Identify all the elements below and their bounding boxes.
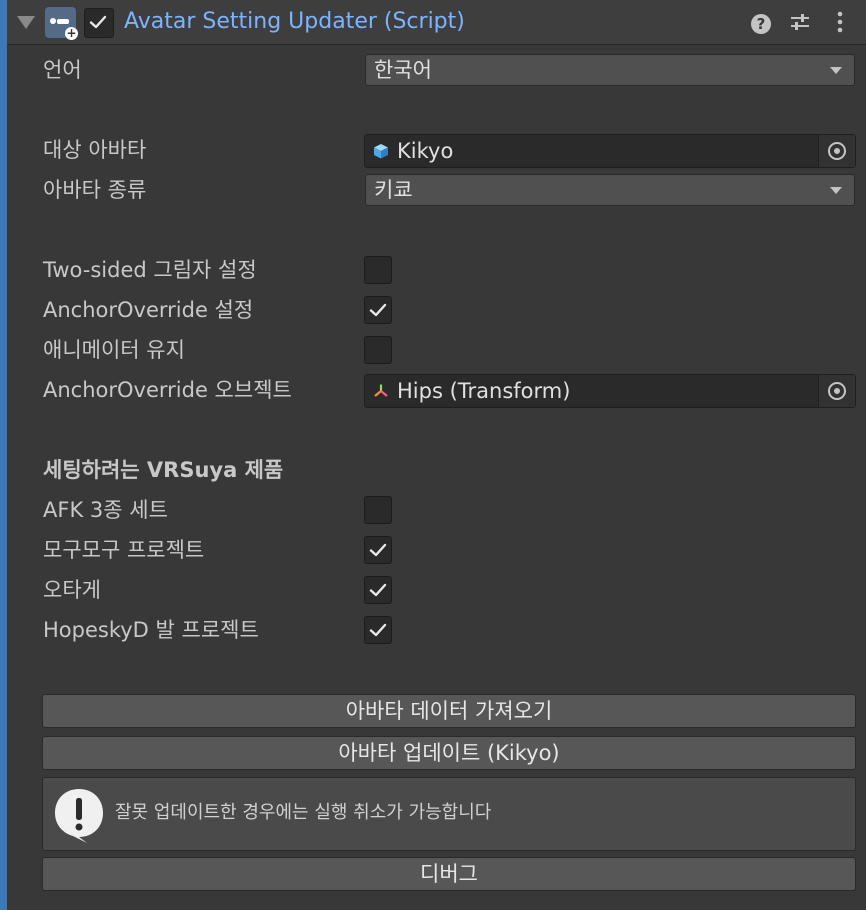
avatar-type-label: 아바타 종류 [43,178,147,202]
help-icon[interactable]: ? [749,8,773,36]
product-label: AFK 3종 세트 [43,498,168,522]
target-avatar-value: Kikyo [397,139,454,163]
script-icon: + [45,7,78,40]
product-hopeskyd-checkbox[interactable] [364,616,392,644]
product-mogumogu-checkbox[interactable] [364,536,392,564]
product-label: 오타게 [43,578,101,602]
dropdown-arrow-icon [830,187,842,194]
language-value: 한국어 [374,58,432,82]
foldout-arrow-icon[interactable] [17,16,35,29]
check-icon [369,623,387,637]
import-avatar-data-button[interactable]: 아바타 데이터 가져오기 [42,694,856,728]
anchor-override-label: AnchorOverride 설정 [43,298,254,322]
avatar-type-value: 키쿄 [374,178,413,202]
debug-button[interactable]: 디버그 [42,857,856,891]
two-sided-shadow-label: Two-sided 그림자 설정 [43,258,257,282]
update-avatar-button[interactable]: 아바타 업데이트 (Kikyo) [42,736,856,770]
component-header[interactable]: + Avatar Setting Updater (Script) ? [7,0,866,45]
avatar-type-dropdown[interactable]: 키쿄 [365,174,855,206]
check-icon [369,583,387,597]
keep-animator-label: 애니메이터 유지 [43,338,185,362]
product-otage-checkbox[interactable] [364,576,392,604]
warning-icon [55,789,103,843]
preset-icon[interactable] [788,8,812,36]
products-section-title: 세팅하려는 VRSuya 제품 [43,458,284,482]
target-avatar-field[interactable]: Kikyo [364,134,856,168]
two-sided-shadow-checkbox[interactable] [364,256,392,284]
check-icon [369,543,387,557]
dropdown-arrow-icon [830,67,842,74]
prefab-cube-icon [374,144,388,159]
component-enabled-checkbox[interactable] [84,8,114,38]
anchor-override-checkbox[interactable] [364,296,392,324]
kebab-menu-icon[interactable] [828,8,852,36]
anchor-object-field[interactable]: Hips (Transform) [364,374,856,408]
object-picker-icon[interactable] [818,135,855,167]
language-label: 언어 [43,58,82,82]
product-label: HopeskyD 발 프로젝트 [43,618,259,642]
anchor-object-label: AnchorOverride 오브젝트 [43,378,292,402]
product-label: 모구모구 프로젝트 [43,538,205,562]
product-afk-checkbox[interactable] [364,496,392,524]
object-picker-icon[interactable] [818,375,855,407]
help-box-message: 잘못 업데이트한 경우에는 실행 취소가 가능합니다 [115,802,492,823]
check-icon [369,303,387,317]
anchor-object-value: Hips (Transform) [397,379,571,403]
help-box: 잘못 업데이트한 경우에는 실행 취소가 가능합니다 [42,777,856,851]
target-avatar-label: 대상 아바타 [43,138,147,162]
component-title: Avatar Setting Updater (Script) [124,9,465,34]
check-icon [89,15,107,29]
language-dropdown[interactable]: 한국어 [365,54,855,86]
selection-accent-bar [0,0,7,910]
transform-icon [374,384,388,397]
keep-animator-checkbox[interactable] [364,336,392,364]
